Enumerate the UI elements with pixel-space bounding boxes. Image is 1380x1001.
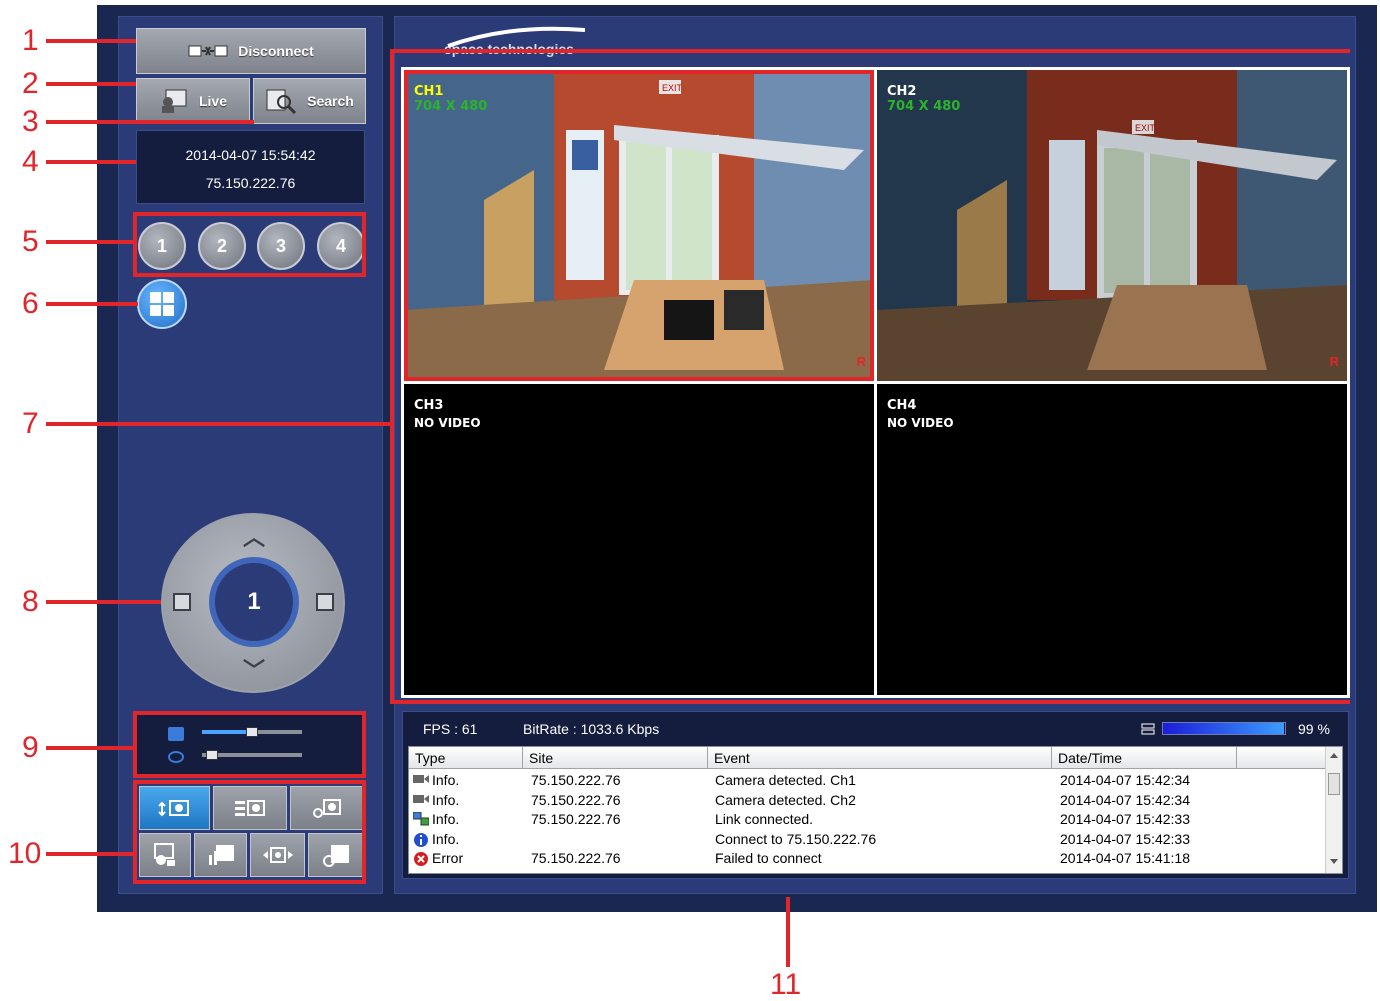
log-cell-datetime: 2014-04-07 15:42:34 (1060, 772, 1190, 788)
callout-box-channels (133, 212, 366, 277)
log-cell-datetime: 2014-04-07 15:42:33 (1060, 811, 1190, 827)
ptz-down-icon[interactable]: ﹀ (243, 660, 265, 682)
table-row[interactable]: Info. 75.150.222.76 Link connected. 2014-04… (409, 810, 1325, 830)
scroll-down-icon[interactable] (1330, 859, 1338, 864)
log-cell-datetime: 2014-04-07 15:41:18 (1060, 850, 1190, 866)
callout-line-2 (46, 82, 136, 86)
log-cell-datetime: 2014-04-07 15:42:33 (1060, 830, 1190, 847)
log-cell-event: Link connected. (715, 811, 814, 827)
table-row[interactable]: Error 75.150.222.76 Failed to connect 2014-… (409, 849, 1325, 869)
callout-4: 4 (22, 145, 39, 178)
ptz-right-icon[interactable] (316, 593, 334, 611)
quad-layout-button[interactable] (137, 279, 187, 329)
callout-2: 2 (22, 67, 39, 100)
camera-icon (413, 793, 429, 805)
log-cell-event: Connect to 75.150.222.76 (715, 830, 877, 847)
live-button[interactable]: Live (136, 78, 250, 124)
network-icon (412, 811, 430, 826)
log-cell-datetime: 2014-04-07 15:42:34 (1060, 791, 1190, 808)
callout-line-8 (46, 600, 161, 604)
callout-box-tools (133, 780, 366, 884)
info-icon (413, 832, 429, 848)
log-cell-site: 75.150.222.76 (531, 811, 621, 827)
callout-10: 10 (8, 837, 42, 870)
live-label: Live (198, 93, 227, 109)
callout-line-10 (46, 852, 136, 856)
search-label: Search (307, 93, 354, 109)
callout-box-video-grid (390, 49, 1350, 704)
callout-7: 7 (22, 407, 39, 440)
callout-11: 11 (770, 968, 802, 1001)
callout-line-9 (46, 746, 136, 750)
callout-6: 6 (22, 287, 39, 320)
column-header-site[interactable]: Site (523, 747, 708, 769)
event-log-scrollbar[interactable] (1325, 747, 1342, 873)
usage-percent: 99 % (1298, 721, 1330, 737)
callout-line-6 (46, 302, 138, 306)
event-log-header: Type Site Event Date/Time (409, 747, 1325, 769)
search-button[interactable]: Search (253, 78, 366, 124)
log-cell-event: Camera detected. Ch2 (715, 791, 856, 808)
usage-bar (1162, 722, 1286, 735)
bitrate-readout: BitRate : 1033.6 Kbps (523, 721, 660, 737)
search-icon (266, 89, 297, 114)
column-header-type[interactable]: Type (409, 747, 523, 769)
ptz-up-icon[interactable]: ︿ (243, 527, 265, 549)
table-row[interactable]: Info. Connect to 75.150.222.76 2014-04-07 … (409, 830, 1325, 850)
callout-line-11 (786, 897, 790, 967)
callout-line-7 (46, 422, 392, 426)
table-row[interactable]: Info. 75.150.222.76 Camera detected. Ch2 20… (409, 791, 1325, 811)
callout-8: 8 (22, 585, 39, 618)
connection-info: 2014-04-07 15:54:42 75.150.222.76 (136, 130, 365, 204)
callout-line-4 (46, 160, 136, 164)
callout-box-audio (133, 711, 366, 778)
connected-ip: 75.150.222.76 (205, 175, 296, 191)
disconnect-label: Disconnect (238, 43, 314, 59)
column-header-event[interactable]: Event (708, 747, 1052, 769)
disconnect-icon (188, 45, 228, 57)
callout-line-1 (46, 39, 136, 43)
usage-bar-fill (1163, 723, 1284, 734)
fps-readout: FPS : 61 (423, 721, 478, 737)
log-cell-site: 75.150.222.76 (531, 850, 621, 866)
disconnect-button[interactable]: Disconnect (136, 28, 366, 74)
log-cell-site: 75.150.222.76 (531, 772, 621, 788)
grid-layout-icon (150, 292, 174, 316)
server-icon (1141, 723, 1155, 735)
ptz-center-button[interactable]: 1 (209, 557, 299, 647)
current-datetime: 2014-04-07 15:54:42 (185, 147, 316, 163)
callout-5: 5 (22, 225, 39, 258)
column-header-datetime[interactable]: Date/Time (1052, 747, 1237, 769)
log-cell-type: Info. (432, 772, 460, 788)
callout-3: 3 (22, 105, 39, 138)
event-log-table[interactable]: Type Site Event Date/Time Info. 75.150.22… (408, 746, 1343, 874)
scroll-thumb[interactable] (1328, 773, 1340, 795)
log-cell-type: Info. (432, 811, 460, 827)
callout-9: 9 (22, 731, 39, 764)
error-icon (413, 851, 429, 867)
scroll-up-icon[interactable] (1330, 753, 1338, 758)
ptz-center-label: 1 (247, 588, 261, 615)
callout-line-3 (46, 120, 254, 124)
live-view-icon (161, 89, 187, 113)
ptz-left-icon[interactable] (173, 593, 191, 611)
callout-line-5 (46, 240, 136, 244)
camera-icon (413, 773, 429, 785)
log-cell-type: Error (432, 850, 464, 866)
log-cell-type: Info. (432, 830, 460, 847)
log-cell-event: Camera detected. Ch1 (715, 772, 856, 788)
table-row[interactable]: Info. 75.150.222.76 Camera detected. Ch1 20… (409, 771, 1325, 791)
log-cell-event: Failed to connect (715, 850, 822, 866)
callout-1: 1 (22, 24, 39, 57)
log-cell-type: Info. (432, 791, 460, 808)
log-cell-site: 75.150.222.76 (531, 791, 621, 808)
